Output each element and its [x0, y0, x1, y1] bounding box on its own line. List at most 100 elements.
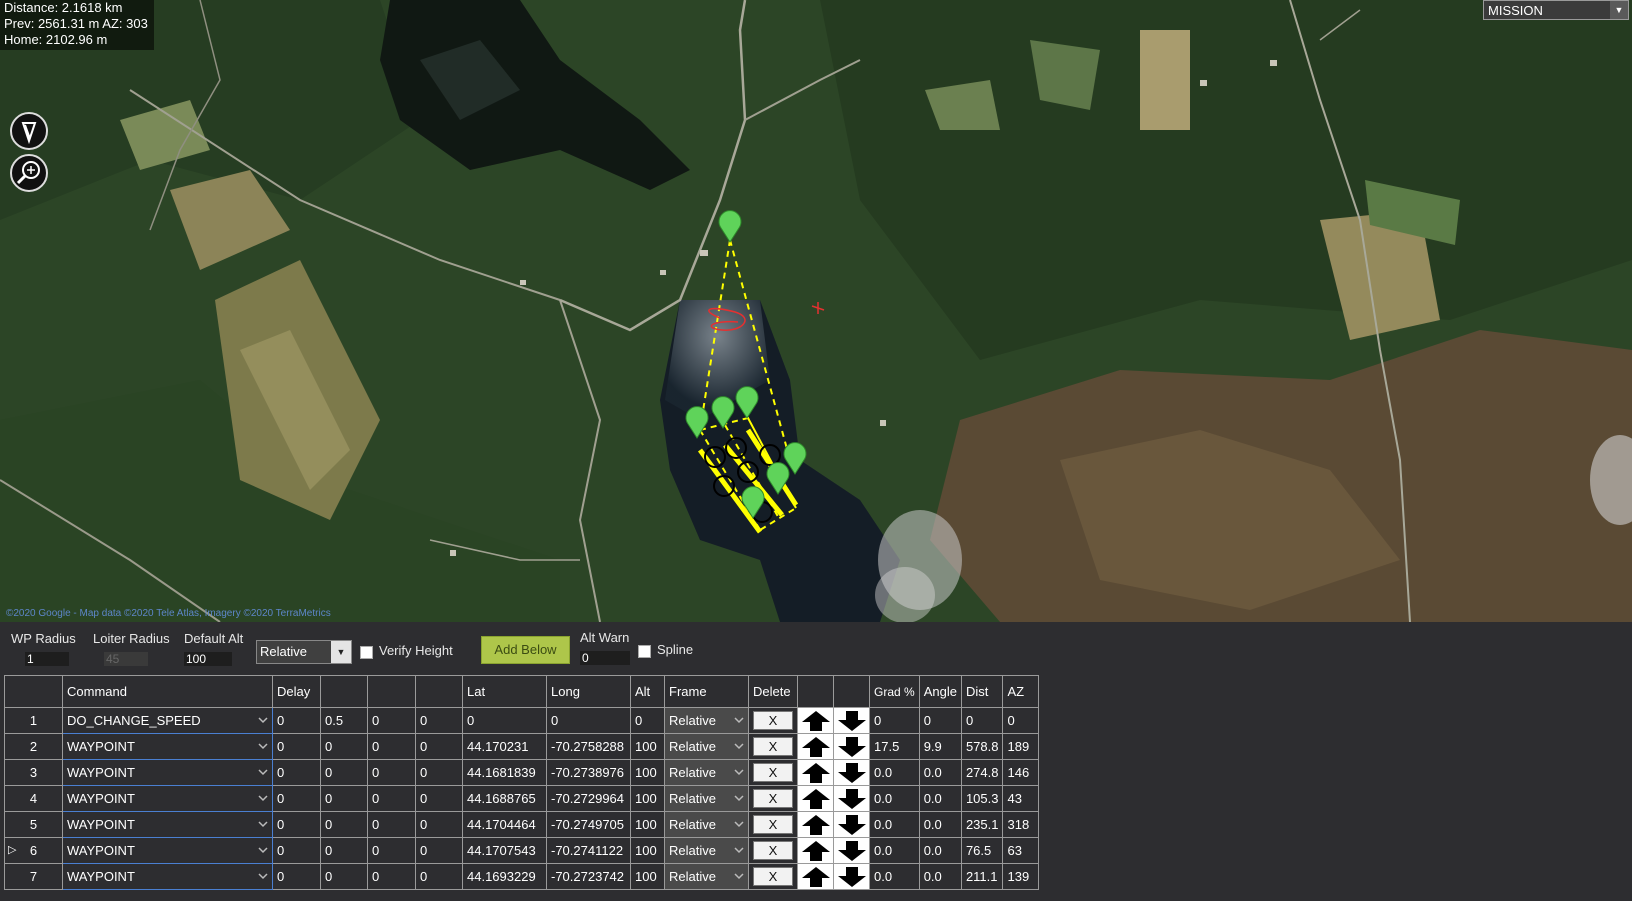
param2-cell[interactable]: 0 [320, 759, 368, 786]
waypoint-row[interactable]: 5 WAYPOINT 0 0 0 0 44.1704464 -70.2749705 100 Rel… [4, 811, 1040, 838]
header-az[interactable]: AZ [1002, 675, 1040, 708]
delay-cell[interactable]: 0 [272, 863, 321, 890]
delete-button[interactable]: X [753, 789, 793, 808]
waypoint-marker-8[interactable] [741, 486, 765, 519]
param4-cell[interactable]: 0 [415, 837, 463, 864]
row-number[interactable]: 4 [4, 785, 63, 812]
waypoint-row[interactable]: 1 DO_CHANGE_SPEED 0 0.5 0 0 0 0 0 Relative X 0 0 0 0 [4, 707, 1040, 734]
waypoint-row[interactable]: ▷ 6 WAYPOINT 0 0 0 0 44.1707543 -70.2741122 100 Re… [4, 837, 1040, 864]
header-up[interactable] [797, 675, 834, 708]
command-dropdown[interactable]: WAYPOINT [62, 733, 273, 760]
lat-cell[interactable]: 44.1681839 [462, 759, 547, 786]
header-command[interactable]: Command [62, 675, 273, 708]
alt-cell[interactable]: 100 [630, 863, 665, 890]
header-long[interactable]: Long [546, 675, 631, 708]
frame-dropdown[interactable]: Relative [664, 863, 749, 890]
lat-cell[interactable]: 0 [462, 707, 547, 734]
alt-warn-input[interactable]: 0 [580, 651, 630, 665]
header-down[interactable] [833, 675, 870, 708]
delay-cell[interactable]: 0 [272, 759, 321, 786]
long-cell[interactable]: -70.2729964 [546, 785, 631, 812]
move-up-button[interactable] [797, 707, 834, 734]
alt-cell[interactable]: 100 [630, 811, 665, 838]
move-down-button[interactable] [833, 863, 870, 890]
param3-cell[interactable]: 0 [367, 759, 416, 786]
move-up-button[interactable] [797, 811, 834, 838]
alt-cell[interactable]: 100 [630, 759, 665, 786]
param3-cell[interactable]: 0 [367, 733, 416, 760]
row-number[interactable]: 7 [4, 863, 63, 890]
loiter-radius-input[interactable]: 45 [104, 652, 148, 666]
param2-cell[interactable]: 0 [320, 863, 368, 890]
header-param4[interactable] [415, 675, 463, 708]
delay-cell[interactable]: 0 [272, 811, 321, 838]
header-lat[interactable]: Lat [462, 675, 547, 708]
waypoint-row[interactable]: 7 WAYPOINT 0 0 0 0 44.1693229 -70.2723742 100 Rel… [4, 863, 1040, 890]
header-delete[interactable]: Delete [748, 675, 798, 708]
long-cell[interactable]: -70.2723742 [546, 863, 631, 890]
waypoint-marker-2[interactable] [718, 210, 742, 243]
header-param2[interactable] [320, 675, 368, 708]
alt-cell[interactable]: 0 [630, 707, 665, 734]
frame-dropdown[interactable]: Relative [664, 837, 749, 864]
param3-cell[interactable]: 0 [367, 863, 416, 890]
map-mode-dropdown[interactable]: MISSION ▼ [1483, 0, 1629, 20]
row-number[interactable]: 2 [4, 733, 63, 760]
frame-dropdown[interactable]: Relative [664, 733, 749, 760]
param3-cell[interactable]: 0 [367, 837, 416, 864]
map-view[interactable]: Distance: 2.1618 km Prev: 2561.31 m AZ: … [0, 0, 1632, 622]
long-cell[interactable]: -70.2758288 [546, 733, 631, 760]
spline-checkbox[interactable] [638, 645, 651, 658]
param4-cell[interactable]: 0 [415, 733, 463, 760]
command-dropdown[interactable]: WAYPOINT [62, 811, 273, 838]
header-angle[interactable]: Angle [918, 675, 962, 708]
alt-cell[interactable]: 100 [630, 785, 665, 812]
param2-cell[interactable]: 0 [320, 785, 368, 812]
command-dropdown[interactable]: DO_CHANGE_SPEED [62, 707, 273, 734]
command-dropdown[interactable]: WAYPOINT [62, 785, 273, 812]
verify-height-checkbox[interactable] [360, 646, 373, 659]
param4-cell[interactable]: 0 [415, 707, 463, 734]
move-down-button[interactable] [833, 707, 870, 734]
move-up-button[interactable] [797, 837, 834, 864]
param2-cell[interactable]: 0 [320, 811, 368, 838]
move-up-button[interactable] [797, 733, 834, 760]
command-dropdown[interactable]: WAYPOINT [62, 837, 273, 864]
lat-cell[interactable]: 44.170231 [462, 733, 547, 760]
move-up-button[interactable] [797, 785, 834, 812]
add-below-button[interactable]: Add Below [481, 636, 570, 664]
frame-dropdown[interactable]: Relative [664, 785, 749, 812]
header-dist[interactable]: Dist [960, 675, 1004, 708]
param2-cell[interactable]: 0 [320, 837, 368, 864]
move-down-button[interactable] [833, 759, 870, 786]
move-up-button[interactable] [797, 759, 834, 786]
param3-cell[interactable]: 0 [367, 707, 416, 734]
long-cell[interactable]: -70.2749705 [546, 811, 631, 838]
delete-button[interactable]: X [753, 867, 793, 886]
param2-cell[interactable]: 0 [320, 733, 368, 760]
waypoint-marker-5[interactable] [735, 386, 759, 419]
long-cell[interactable]: -70.2738976 [546, 759, 631, 786]
row-number[interactable]: 3 [4, 759, 63, 786]
delete-button[interactable]: X [753, 841, 793, 860]
waypoint-row[interactable]: 3 WAYPOINT 0 0 0 0 44.1681839 -70.2738976 100 Rel… [4, 759, 1040, 786]
param4-cell[interactable]: 0 [415, 811, 463, 838]
row-number[interactable]: ▷ 6 [4, 837, 63, 864]
delete-button[interactable]: X [753, 711, 793, 730]
header-grad[interactable]: Grad % [869, 675, 920, 708]
header-alt[interactable]: Alt [630, 675, 665, 708]
lat-cell[interactable]: 44.1704464 [462, 811, 547, 838]
param3-cell[interactable]: 0 [367, 811, 416, 838]
waypoint-row[interactable]: 2 WAYPOINT 0 0 0 0 44.170231 -70.2758288 100 Rela… [4, 733, 1040, 760]
lat-cell[interactable]: 44.1707543 [462, 837, 547, 864]
header-param3[interactable] [367, 675, 416, 708]
alt-cell[interactable]: 100 [630, 837, 665, 864]
row-number[interactable]: 1 [4, 707, 63, 734]
param4-cell[interactable]: 0 [415, 759, 463, 786]
param2-cell[interactable]: 0.5 [320, 707, 368, 734]
waypoint-row[interactable]: 4 WAYPOINT 0 0 0 0 44.1688765 -70.2729964 100 Rel… [4, 785, 1040, 812]
move-down-button[interactable] [833, 733, 870, 760]
delete-button[interactable]: X [753, 737, 793, 756]
header-delay[interactable]: Delay [272, 675, 321, 708]
row-number[interactable]: 5 [4, 811, 63, 838]
